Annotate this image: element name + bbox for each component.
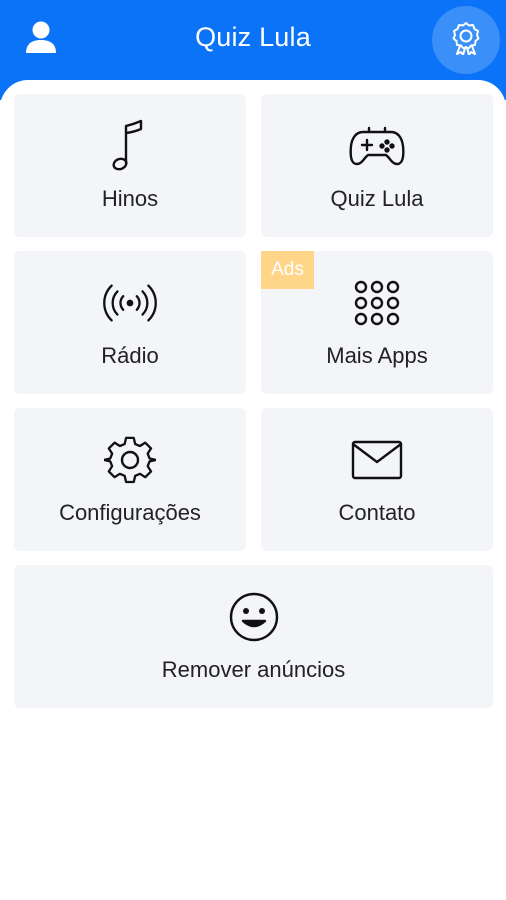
- app-title: Quiz Lula: [195, 22, 311, 52]
- remover-anuncios-label: Remover anúncios: [161, 657, 346, 682]
- award-button[interactable]: [432, 6, 500, 74]
- radio-label: Rádio: [101, 343, 159, 368]
- hinos-label: Hinos: [101, 186, 159, 211]
- grid-dots-icon: [349, 275, 405, 331]
- gear-icon: [102, 432, 158, 488]
- ads-badge: Ads: [261, 251, 314, 289]
- quiz-lula-label: Quiz Lula: [330, 186, 424, 211]
- award-ribbon-icon: [449, 21, 483, 60]
- contato-tile[interactable]: Contato: [261, 408, 493, 551]
- quiz-lula-tile[interactable]: Quiz Lula: [261, 94, 493, 237]
- smiley-icon: [226, 589, 282, 645]
- configuracoes-label: Configurações: [59, 500, 201, 525]
- contato-label: Contato: [338, 500, 416, 525]
- radio-broadcast-icon: [102, 275, 158, 331]
- main-content: Hinos Quiz Lula Rádio Ads Mais Apps Conf…: [0, 80, 506, 900]
- music-note-icon: [102, 118, 158, 174]
- gamepad-icon: [349, 118, 405, 174]
- remover-anuncios-tile[interactable]: Remover anúncios: [14, 565, 493, 708]
- envelope-icon: [349, 432, 405, 488]
- configuracoes-tile[interactable]: Configurações: [14, 408, 246, 551]
- mais-apps-tile[interactable]: Ads Mais Apps: [261, 251, 493, 394]
- radio-tile[interactable]: Rádio: [14, 251, 246, 394]
- hinos-tile[interactable]: Hinos: [14, 94, 246, 237]
- mais-apps-label: Mais Apps: [326, 343, 428, 368]
